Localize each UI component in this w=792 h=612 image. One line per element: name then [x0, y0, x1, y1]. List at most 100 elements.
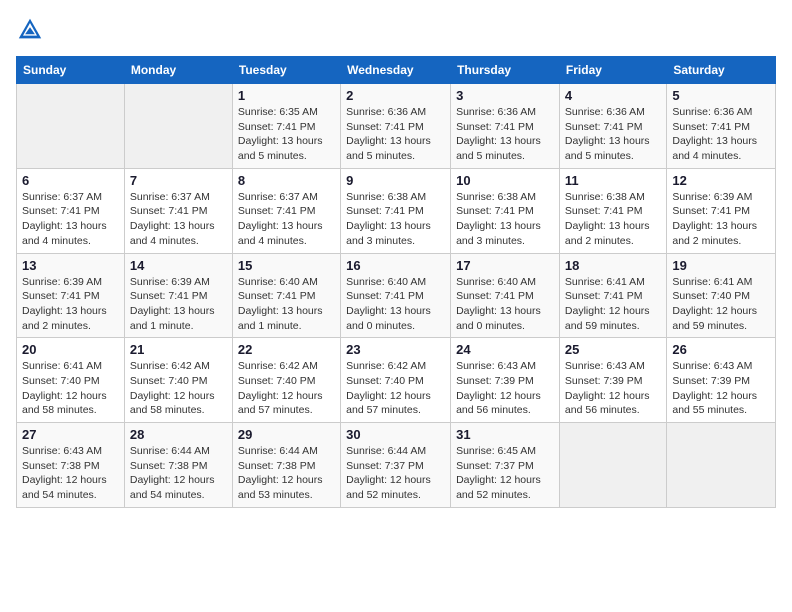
day-number: 28: [130, 427, 227, 442]
day-detail: Sunrise: 6:42 AMSunset: 7:40 PMDaylight:…: [130, 359, 227, 418]
calendar-cell: 8 Sunrise: 6:37 AMSunset: 7:41 PMDaylight…: [232, 168, 340, 253]
day-detail: Sunrise: 6:36 AMSunset: 7:41 PMDaylight:…: [346, 105, 445, 164]
calendar-cell: 10 Sunrise: 6:38 AMSunset: 7:41 PMDayligh…: [451, 168, 560, 253]
day-detail: Sunrise: 6:36 AMSunset: 7:41 PMDaylight:…: [456, 105, 554, 164]
day-detail: Sunrise: 6:37 AMSunset: 7:41 PMDaylight:…: [238, 190, 335, 249]
calendar-cell: 28 Sunrise: 6:44 AMSunset: 7:38 PMDayligh…: [124, 423, 232, 508]
calendar-cell: 12Sunrise: 6:39 AMSunset: 7:41 PMDayligh…: [667, 168, 776, 253]
day-number: 3: [456, 88, 554, 103]
day-number: 12: [672, 173, 770, 188]
day-detail: Sunrise: 6:40 AMSunset: 7:41 PMDaylight:…: [346, 275, 445, 334]
logo-icon: [16, 16, 44, 44]
calendar-cell: 27 Sunrise: 6:43 AMSunset: 7:38 PMDayligh…: [17, 423, 125, 508]
day-number: 23: [346, 342, 445, 357]
day-number: 14: [130, 258, 227, 273]
day-number: 6: [22, 173, 119, 188]
day-detail: Sunrise: 6:45 AMSunset: 7:37 PMDaylight:…: [456, 444, 554, 503]
calendar-cell: 31 Sunrise: 6:45 AMSunset: 7:37 PMDayligh…: [451, 423, 560, 508]
day-number: 2: [346, 88, 445, 103]
day-number: 5: [672, 88, 770, 103]
day-detail: Sunrise: 6:41 AMSunset: 7:40 PMDaylight:…: [672, 275, 770, 334]
day-number: 1: [238, 88, 335, 103]
calendar-cell: 24Sunrise: 6:43 AMSunset: 7:39 PMDayligh…: [451, 338, 560, 423]
day-number: 16: [346, 258, 445, 273]
calendar-week-row: 20 Sunrise: 6:41 AMSunset: 7:40 PMDayligh…: [17, 338, 776, 423]
day-detail: Sunrise: 6:41 AMSunset: 7:40 PMDaylight:…: [22, 359, 119, 418]
day-detail: Sunrise: 6:44 AMSunset: 7:38 PMDaylight:…: [238, 444, 335, 503]
day-detail: Sunrise: 6:43 AMSunset: 7:39 PMDaylight:…: [565, 359, 661, 418]
day-number: 31: [456, 427, 554, 442]
day-detail: Sunrise: 6:43 AMSunset: 7:39 PMDaylight:…: [672, 359, 770, 418]
weekday-header: Wednesday: [341, 57, 451, 84]
day-detail: Sunrise: 6:43 AMSunset: 7:39 PMDaylight:…: [456, 359, 554, 418]
logo: [16, 16, 48, 44]
calendar-cell: 15 Sunrise: 6:40 AMSunset: 7:41 PMDayligh…: [232, 253, 340, 338]
calendar-cell: 9Sunrise: 6:38 AMSunset: 7:41 PMDaylight…: [341, 168, 451, 253]
calendar-cell: 1 Sunrise: 6:35 AMSunset: 7:41 PMDaylight…: [232, 84, 340, 169]
calendar-week-row: 1 Sunrise: 6:35 AMSunset: 7:41 PMDaylight…: [17, 84, 776, 169]
calendar-cell: 11 Sunrise: 6:38 AMSunset: 7:41 PMDayligh…: [559, 168, 666, 253]
day-detail: Sunrise: 6:38 AMSunset: 7:41 PMDaylight:…: [565, 190, 661, 249]
day-detail: Sunrise: 6:40 AMSunset: 7:41 PMDaylight:…: [238, 275, 335, 334]
calendar-cell: 4 Sunrise: 6:36 AMSunset: 7:41 PMDaylight…: [559, 84, 666, 169]
calendar-cell: 17 Sunrise: 6:40 AMSunset: 7:41 PMDayligh…: [451, 253, 560, 338]
calendar-cell: 30 Sunrise: 6:44 AMSunset: 7:37 PMDayligh…: [341, 423, 451, 508]
day-detail: Sunrise: 6:36 AMSunset: 7:41 PMDaylight:…: [565, 105, 661, 164]
day-number: 18: [565, 258, 661, 273]
calendar-cell: 7 Sunrise: 6:37 AMSunset: 7:41 PMDaylight…: [124, 168, 232, 253]
calendar-cell: 29 Sunrise: 6:44 AMSunset: 7:38 PMDayligh…: [232, 423, 340, 508]
day-number: 22: [238, 342, 335, 357]
calendar-cell: 3 Sunrise: 6:36 AMSunset: 7:41 PMDaylight…: [451, 84, 560, 169]
calendar-cell: 21 Sunrise: 6:42 AMSunset: 7:40 PMDayligh…: [124, 338, 232, 423]
calendar-cell: 16 Sunrise: 6:40 AMSunset: 7:41 PMDayligh…: [341, 253, 451, 338]
day-detail: Sunrise: 6:38 AMSunset: 7:41 PMDaylight:…: [456, 190, 554, 249]
day-number: 20: [22, 342, 119, 357]
day-detail: Sunrise: 6:35 AMSunset: 7:41 PMDaylight:…: [238, 105, 335, 164]
weekday-header: Saturday: [667, 57, 776, 84]
day-detail: Sunrise: 6:37 AMSunset: 7:41 PMDaylight:…: [130, 190, 227, 249]
calendar-cell: 6 Sunrise: 6:37 AMSunset: 7:41 PMDaylight…: [17, 168, 125, 253]
day-number: 17: [456, 258, 554, 273]
calendar-cell: 23Sunrise: 6:42 AMSunset: 7:40 PMDayligh…: [341, 338, 451, 423]
day-number: 9: [346, 173, 445, 188]
calendar-header-row: SundayMondayTuesdayWednesdayThursdayFrid…: [17, 57, 776, 84]
day-number: 10: [456, 173, 554, 188]
day-number: 25: [565, 342, 661, 357]
calendar-cell: 19Sunrise: 6:41 AMSunset: 7:40 PMDayligh…: [667, 253, 776, 338]
day-detail: Sunrise: 6:40 AMSunset: 7:41 PMDaylight:…: [456, 275, 554, 334]
day-number: 4: [565, 88, 661, 103]
day-number: 26: [672, 342, 770, 357]
day-detail: Sunrise: 6:41 AMSunset: 7:41 PMDaylight:…: [565, 275, 661, 334]
calendar-cell: 14 Sunrise: 6:39 AMSunset: 7:41 PMDayligh…: [124, 253, 232, 338]
calendar-cell: [17, 84, 125, 169]
day-number: 21: [130, 342, 227, 357]
day-number: 13: [22, 258, 119, 273]
calendar-cell: 20 Sunrise: 6:41 AMSunset: 7:40 PMDayligh…: [17, 338, 125, 423]
day-number: 27: [22, 427, 119, 442]
day-detail: Sunrise: 6:37 AMSunset: 7:41 PMDaylight:…: [22, 190, 119, 249]
day-number: 15: [238, 258, 335, 273]
day-number: 11: [565, 173, 661, 188]
calendar-cell: 22 Sunrise: 6:42 AMSunset: 7:40 PMDayligh…: [232, 338, 340, 423]
day-detail: Sunrise: 6:44 AMSunset: 7:38 PMDaylight:…: [130, 444, 227, 503]
day-detail: Sunrise: 6:36 AMSunset: 7:41 PMDaylight:…: [672, 105, 770, 164]
day-detail: Sunrise: 6:43 AMSunset: 7:38 PMDaylight:…: [22, 444, 119, 503]
day-detail: Sunrise: 6:39 AMSunset: 7:41 PMDaylight:…: [130, 275, 227, 334]
calendar-cell: 13Sunrise: 6:39 AMSunset: 7:41 PMDayligh…: [17, 253, 125, 338]
day-number: 29: [238, 427, 335, 442]
day-number: 8: [238, 173, 335, 188]
day-number: 7: [130, 173, 227, 188]
calendar-cell: [667, 423, 776, 508]
weekday-header: Monday: [124, 57, 232, 84]
calendar-week-row: 27 Sunrise: 6:43 AMSunset: 7:38 PMDayligh…: [17, 423, 776, 508]
calendar-cell: [559, 423, 666, 508]
calendar-week-row: 13 Sunrise: 6:39 AMSunset: 7:41 PMDayligh…: [17, 253, 776, 338]
day-detail: Sunrise: 6:44 AMSunset: 7:37 PMDaylight:…: [346, 444, 445, 503]
day-number: 30: [346, 427, 445, 442]
calendar-cell: 18 Sunrise: 6:41 AMSunset: 7:41 PMDayligh…: [559, 253, 666, 338]
calendar-cell: 26 Sunrise: 6:43 AMSunset: 7:39 PMDayligh…: [667, 338, 776, 423]
weekday-header: Sunday: [17, 57, 125, 84]
day-detail: Sunrise: 6:42 AMSunset: 7:40 PMDaylight:…: [238, 359, 335, 418]
calendar-cell: 5 Sunrise: 6:36 AMSunset: 7:41 PMDaylight…: [667, 84, 776, 169]
page-header: [16, 16, 776, 44]
